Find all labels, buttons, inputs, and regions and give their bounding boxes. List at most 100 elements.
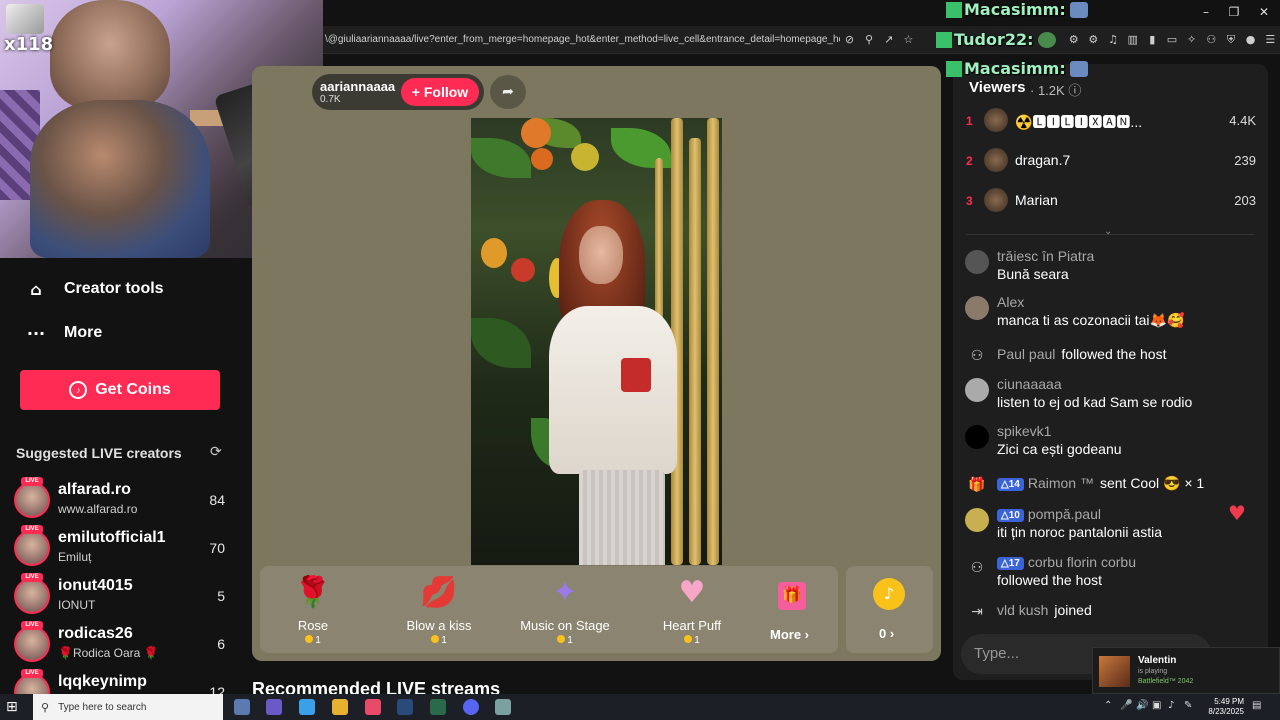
game-activity-popup[interactable]: Valentin is playing Battlefield™ 2042 — [1092, 647, 1280, 694]
chat-username[interactable]: pompă.paul — [1028, 506, 1101, 522]
zoom-icon[interactable]: ⚲ — [863, 33, 875, 46]
suggested-creator[interactable]: LIVE emilutofficial1 Emiluț 70 — [14, 525, 229, 570]
chat-username[interactable]: Alex — [997, 294, 1024, 310]
chat-username[interactable]: Paul paul — [997, 346, 1055, 362]
profile-icon[interactable]: ● — [1245, 33, 1257, 46]
discord-icon[interactable] — [463, 699, 479, 715]
top-viewer[interactable]: 3 Marian 203 — [966, 187, 1256, 217]
suggested-creator[interactable]: LIVE rodicas26 🌹Rodica Oara 🌹 6 — [14, 621, 229, 666]
extension-icon[interactable]: ⚙ — [1068, 33, 1080, 46]
live-video[interactable] — [471, 118, 722, 565]
reader-icon[interactable]: ⊘ — [844, 33, 856, 46]
share-icon[interactable]: ➦ — [490, 75, 526, 109]
nav-creator-tools[interactable]: ⌂ Creator tools — [0, 267, 240, 311]
pen-icon[interactable]: ✎ — [1184, 700, 1192, 711]
share-page-icon[interactable]: ↗ — [883, 33, 895, 46]
wallet-icon[interactable]: ▭ — [1166, 33, 1178, 46]
heart-puff-icon: ♥ — [678, 575, 706, 610]
mic-icon[interactable]: 🎤 — [1120, 700, 1132, 711]
steam-icon[interactable] — [397, 699, 413, 715]
menu-icon[interactable]: ☰ — [1264, 33, 1276, 46]
get-coins-button[interactable]: ♪ Get Coins — [20, 370, 220, 410]
chevron-down-icon[interactable]: ⌄ — [1104, 226, 1112, 237]
task-view-icon[interactable] — [234, 699, 250, 715]
chat-username-line: △17 corbu florin corbu — [997, 554, 1136, 570]
chat-gift-event[interactable]: 🎁 △14 Raimon ™ sent Cool 😎 × 1 — [965, 471, 1260, 497]
viewer-score: 4.4K — [1229, 113, 1256, 128]
address-bar[interactable]: \@giuliaariannaaaa/live?enter_from_merge… — [323, 26, 1280, 54]
browser-app-icon[interactable] — [365, 699, 381, 715]
gift-blow-a-kiss[interactable]: 💋 Blow a kiss 1 — [384, 574, 494, 650]
gift-label: Rose — [297, 618, 329, 633]
info-icon[interactable]: ⓘ — [1068, 84, 1081, 99]
avatar — [14, 530, 50, 566]
more-gifts-button[interactable]: More › — [770, 627, 809, 642]
file-explorer-icon[interactable] — [332, 699, 348, 715]
close-button[interactable]: ✕ — [1256, 5, 1272, 21]
person-icon: ⚇ — [970, 348, 984, 364]
notification-icon[interactable]: ▤ — [1252, 700, 1261, 711]
edge-icon[interactable] — [299, 699, 315, 715]
url-text[interactable]: \@giuliaariannaaaa/live?enter_from_merge… — [325, 34, 840, 45]
avatar — [965, 378, 989, 402]
network-icon[interactable]: ▣ — [1152, 700, 1161, 711]
settings-icon[interactable]: ⚙ — [1088, 33, 1100, 46]
refresh-icon[interactable]: ⟳ — [210, 444, 222, 460]
chat-username[interactable]: spikevk1 — [997, 423, 1051, 439]
suggested-creator[interactable]: LIVE alfarad.ro www.alfarad.ro 84 — [14, 477, 229, 522]
volume-icon[interactable]: 🔊 — [1136, 700, 1148, 711]
leaf — [471, 138, 531, 178]
reading-list-icon[interactable]: ▥ — [1127, 33, 1139, 46]
heart-icon[interactable]: ♥ — [1228, 501, 1246, 525]
chat-event[interactable]: ⇥ vld kush joined — [965, 598, 1260, 624]
chat-message[interactable]: spikevk1 Zici ca ești godeanu — [965, 423, 1260, 461]
avatar — [984, 108, 1008, 132]
top-viewer[interactable]: 1 ☢️🅻🅸🅻🅸🆇🅰🅽... 4.4K — [966, 107, 1256, 137]
top-viewer[interactable]: 2 dragan.7 239 — [966, 147, 1256, 177]
suggested-creator[interactable]: LIVE ionut4015 IONUT 5 — [14, 573, 229, 618]
copilot-app-icon[interactable] — [266, 699, 282, 715]
gift-rose[interactable]: 🌹 Rose 1 — [258, 574, 368, 650]
favorite-icon[interactable]: ☆ — [903, 33, 915, 46]
chat-username[interactable]: corbu florin corbu — [1028, 554, 1136, 570]
creator-name: emilutofficial1 — [58, 529, 166, 546]
gift-heart-puff[interactable]: ♥ Heart Puff 1 — [637, 574, 747, 650]
chat-username[interactable]: trăiesc în Piatra — [997, 248, 1094, 264]
app-icon[interactable] — [495, 699, 511, 715]
chat-username[interactable]: vld kush — [997, 602, 1048, 618]
left-sidebar: ⌂ Creator tools ··· More ♪ Get Coins Sug… — [0, 258, 240, 710]
chat-message[interactable]: △10 pompă.paul iti țin noroc pantalonii a… — [965, 506, 1260, 544]
chat-message[interactable]: ciunaaaaa listen to ej od kad Sam se rod… — [965, 376, 1260, 414]
copilot-icon[interactable]: ✧ — [1186, 33, 1198, 46]
speaker-icon[interactable]: ♪ — [1168, 700, 1174, 711]
xbox-icon[interactable] — [430, 699, 446, 715]
chat-event[interactable]: ⚇ Paul paul followed the host — [965, 342, 1260, 368]
gift-music-on-stage[interactable]: ✦ Music on Stage 1 — [510, 574, 620, 650]
music-icon[interactable]: ♫ — [1107, 33, 1119, 46]
chat-event[interactable]: ⚇ △17 corbu florin corbu followed the hos… — [965, 554, 1260, 592]
taskbar-clock[interactable]: 5:49 PM 8/23/2025 — [1196, 697, 1244, 717]
tiktok-coin-icon[interactable]: ♪ — [873, 578, 905, 610]
minimize-button[interactable]: – — [1198, 5, 1214, 21]
nav-more[interactable]: ··· More — [0, 311, 240, 355]
person-icon[interactable]: ⚇ — [1205, 33, 1217, 46]
maximize-button[interactable]: ❐ — [1226, 5, 1242, 21]
chat-username[interactable]: ciunaaaaa — [997, 376, 1062, 392]
live-badge: LIVE — [21, 477, 43, 486]
chat-message[interactable]: Alex manca ti as cozonacii tai🦊🥰 — [965, 294, 1260, 332]
tray-chevron-icon[interactable]: ⌃ — [1104, 700, 1112, 711]
gift-box-icon[interactable]: 🎁 — [778, 582, 806, 610]
chat-message[interactable]: trăiesc în Piatra Bună seara — [965, 248, 1260, 286]
taskbar-search[interactable]: ⚲ Type here to search — [33, 694, 223, 720]
follow-button[interactable]: + Follow — [401, 78, 479, 106]
viewer-count: 5 — [217, 588, 225, 604]
sidebar-icon[interactable]: ▮ — [1146, 33, 1158, 46]
host-name[interactable]: aariannaaaa — [320, 79, 395, 94]
shield-icon[interactable]: ⛨ — [1225, 33, 1237, 46]
chat-username[interactable]: Raimon ™ — [1028, 475, 1094, 491]
avatar — [14, 482, 50, 518]
coin-balance[interactable]: 0 › — [879, 626, 894, 641]
windows-start-icon[interactable]: ⊞ — [6, 699, 22, 715]
friend-name: Valentin — [1138, 655, 1177, 666]
friend-status: is playing — [1138, 668, 1168, 675]
